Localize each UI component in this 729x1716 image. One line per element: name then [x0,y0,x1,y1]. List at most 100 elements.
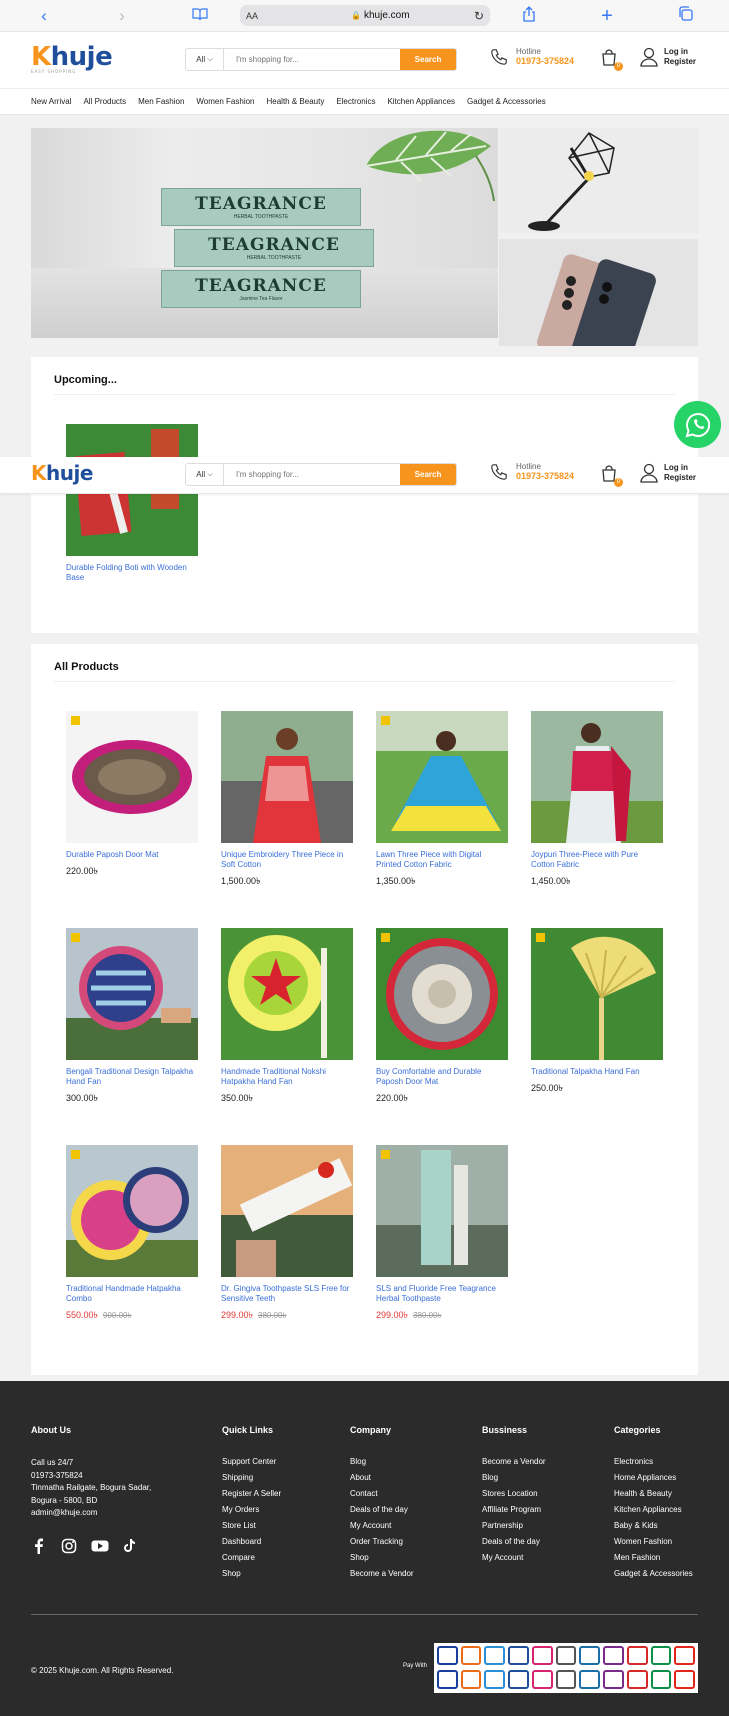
nav-women-fashion[interactable]: Women Fashion [196,97,254,106]
sticky-account-menu[interactable]: Log in Register [640,463,696,483]
bookmarks-icon[interactable] [190,6,210,26]
footer-link[interactable]: Shop [350,1553,414,1562]
forward-icon[interactable]: › [112,6,132,26]
sticky-hotline-number[interactable]: 01973-375824 [516,471,574,481]
text-size-button[interactable]: AA [246,11,258,21]
footer-link[interactable]: Blog [482,1473,546,1482]
product-name[interactable]: Bengali Traditional Design Talpakha Hand… [66,1067,198,1087]
product-name[interactable]: Durable Paposh Door Mat [66,850,198,860]
nav-all-products[interactable]: All Products [83,97,126,106]
product-card[interactable]: Joypuri Three-Piece with Pure Cotton Fab… [531,711,663,889]
sticky-register-link[interactable]: Register [664,473,696,483]
product-card[interactable]: Traditional Talpakha Hand Fan 250.00৳ [531,928,663,1096]
footer-link[interactable]: Partnership [482,1521,546,1530]
footer-link[interactable]: Store List [222,1521,281,1530]
footer-link[interactable]: Deals of the day [482,1537,546,1546]
register-link[interactable]: Register [664,57,696,67]
search-input[interactable] [224,49,400,70]
product-image[interactable] [221,928,353,1060]
footer-link[interactable]: Compare [222,1553,281,1562]
banner-main-slide[interactable]: TEAGRANCE HERBAL TOOTHPASTE TEAGRANCE HERB… [31,128,498,338]
footer-link[interactable]: Blog [350,1457,414,1466]
search-category-select[interactable]: All ⌵ [186,49,224,70]
product-name[interactable]: Joypuri Three-Piece with Pure Cotton Fab… [531,850,663,870]
reload-icon[interactable]: ↻ [474,9,484,23]
footer-email[interactable]: admin@khuje.com [31,1507,151,1520]
product-card[interactable]: Traditional Handmade Hatpakha Combo 550.… [66,1145,198,1323]
product-name[interactable]: Buy Comfortable and Durable Paposh Door … [376,1067,508,1087]
product-card[interactable]: Dr. Gingiva Toothpaste SLS Free for Sens… [221,1145,353,1323]
footer-link[interactable]: Shipping [222,1473,281,1482]
product-image[interactable] [66,1145,198,1277]
product-image[interactable] [376,711,508,843]
product-name[interactable]: Lawn Three Piece with Digital Printed Co… [376,850,508,870]
footer-link[interactable]: Order Tracking [350,1537,414,1546]
footer-link[interactable]: Men Fashion [614,1553,693,1562]
footer-link[interactable]: Support Center [222,1457,281,1466]
product-name[interactable]: SLS and Fluoride Free Teagrance Herbal T… [376,1284,508,1304]
footer-link[interactable]: Deals of the day [350,1505,414,1514]
product-card[interactable]: Durable Folding Boti with Wooden Base [66,424,198,583]
product-name[interactable]: Traditional Handmade Hatpakha Combo [66,1284,198,1304]
tiktok-icon[interactable] [121,1538,137,1554]
product-card[interactable]: Bengali Traditional Design Talpakha Hand… [66,928,198,1106]
whatsapp-chat-button[interactable] [674,401,721,448]
footer-link[interactable]: My Account [482,1553,546,1562]
back-icon[interactable]: ‹ [34,6,54,26]
sticky-cart-button[interactable]: 0 [600,465,623,487]
new-tab-icon[interactable]: + [597,6,617,26]
product-name[interactable]: Unique Embroidery Three Piece in Soft Co… [221,850,353,870]
product-image[interactable] [66,928,198,1060]
footer-link[interactable]: Electronics [614,1457,693,1466]
sticky-search-input[interactable] [224,464,400,485]
product-name[interactable]: Dr. Gingiva Toothpaste SLS Free for Sens… [221,1284,353,1304]
footer-link[interactable]: Shop [222,1569,281,1578]
product-name[interactable]: Handmade Traditional Nokshi Hatpakha Han… [221,1067,353,1087]
youtube-icon[interactable] [91,1538,109,1554]
product-card[interactable]: Handmade Traditional Nokshi Hatpakha Han… [221,928,353,1106]
product-image[interactable] [66,711,198,843]
footer-link[interactable]: My Account [350,1521,414,1530]
facebook-icon[interactable] [31,1538,47,1554]
footer-link[interactable]: Gadget & Accessories [614,1569,693,1578]
product-image[interactable] [531,928,663,1060]
cart-button[interactable]: 0 [600,49,623,71]
sticky-search-category-select[interactable]: All ⌵ [186,464,224,485]
product-card[interactable]: Lawn Three Piece with Digital Printed Co… [376,711,508,889]
product-name[interactable]: Durable Folding Boti with Wooden Base [66,563,198,583]
footer-link[interactable]: Home Appliances [614,1473,693,1482]
hotline-number[interactable]: 01973-375824 [516,56,574,66]
search-button[interactable]: Search [400,49,456,70]
tabs-icon[interactable] [675,6,695,26]
footer-link[interactable]: Baby & Kids [614,1521,693,1530]
footer-link[interactable]: Contact [350,1489,414,1498]
footer-link[interactable]: Health & Beauty [614,1489,693,1498]
login-link[interactable]: Log in [664,47,696,57]
product-card[interactable]: Buy Comfortable and Durable Paposh Door … [376,928,508,1106]
footer-link[interactable]: Kitchen Appliances [614,1505,693,1514]
nav-health-beauty[interactable]: Health & Beauty [267,97,325,106]
product-card[interactable]: Durable Paposh Door Mat 220.00৳ [66,711,198,879]
product-image[interactable] [531,711,663,843]
footer-link[interactable]: About [350,1473,414,1482]
banner-lamp[interactable] [499,128,698,233]
product-image[interactable] [221,1145,353,1277]
footer-link[interactable]: Become a Vendor [350,1569,414,1578]
product-image[interactable] [221,711,353,843]
product-image[interactable] [376,1145,508,1277]
footer-link[interactable]: Register A Seller [222,1489,281,1498]
banner-phone[interactable] [499,239,698,346]
footer-phone[interactable]: 01973-375824 [31,1470,151,1483]
footer-link[interactable]: Dashboard [222,1537,281,1546]
nav-kitchen-appliances[interactable]: Kitchen Appliances [387,97,455,106]
nav-electronics[interactable]: Electronics [336,97,375,106]
footer-link[interactable]: Affiliate Program [482,1505,546,1514]
sticky-site-logo[interactable]: Khuje [31,461,93,485]
footer-link[interactable]: Become a Vendor [482,1457,546,1466]
footer-link[interactable]: My Orders [222,1505,281,1514]
product-image[interactable] [376,928,508,1060]
instagram-icon[interactable] [61,1538,77,1554]
account-menu[interactable]: Log in Register [640,47,696,67]
nav-men-fashion[interactable]: Men Fashion [138,97,184,106]
footer-link[interactable]: Stores Location [482,1489,546,1498]
